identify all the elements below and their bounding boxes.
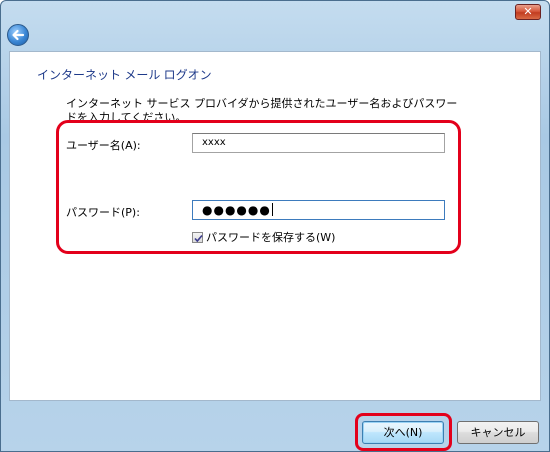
button-bar: 次へ(N) キャンセル <box>1 401 549 451</box>
remember-password-option[interactable]: パスワードを保存する(W) <box>192 229 335 245</box>
remember-password-label: パスワードを保存する(W) <box>206 231 336 244</box>
remember-password-checkbox[interactable] <box>192 231 203 243</box>
navigation-bar <box>1 21 549 51</box>
checkmark-icon <box>194 234 203 242</box>
username-field[interactable]: xxxx <box>192 133 445 153</box>
back-button[interactable] <box>7 24 29 46</box>
wizard-window: ✕ インターネット メール ログオン インターネット サービス プロバイダから提… <box>0 0 550 452</box>
back-arrow-icon <box>12 29 25 41</box>
cancel-button[interactable]: キャンセル <box>457 421 539 444</box>
title-bar: ✕ <box>1 1 549 21</box>
password-value: ●●●●●● <box>202 203 271 217</box>
next-button[interactable]: 次へ(N) <box>362 421 444 444</box>
text-caret <box>271 203 273 216</box>
close-button[interactable]: ✕ <box>515 4 541 20</box>
username-label: ユーザー名(A): <box>66 139 141 152</box>
password-field[interactable]: ●●●●●● <box>192 200 445 220</box>
username-value: xxxx <box>202 137 226 148</box>
content-panel: インターネット メール ログオン インターネット サービス プロバイダから提供さ… <box>9 51 541 401</box>
instruction-text: インターネット サービス プロバイダから提供されたユーザー名およびパスワードを入… <box>66 97 458 124</box>
page-title: インターネット メール ログオン <box>37 68 212 82</box>
password-label: パスワード(P): <box>66 206 140 219</box>
